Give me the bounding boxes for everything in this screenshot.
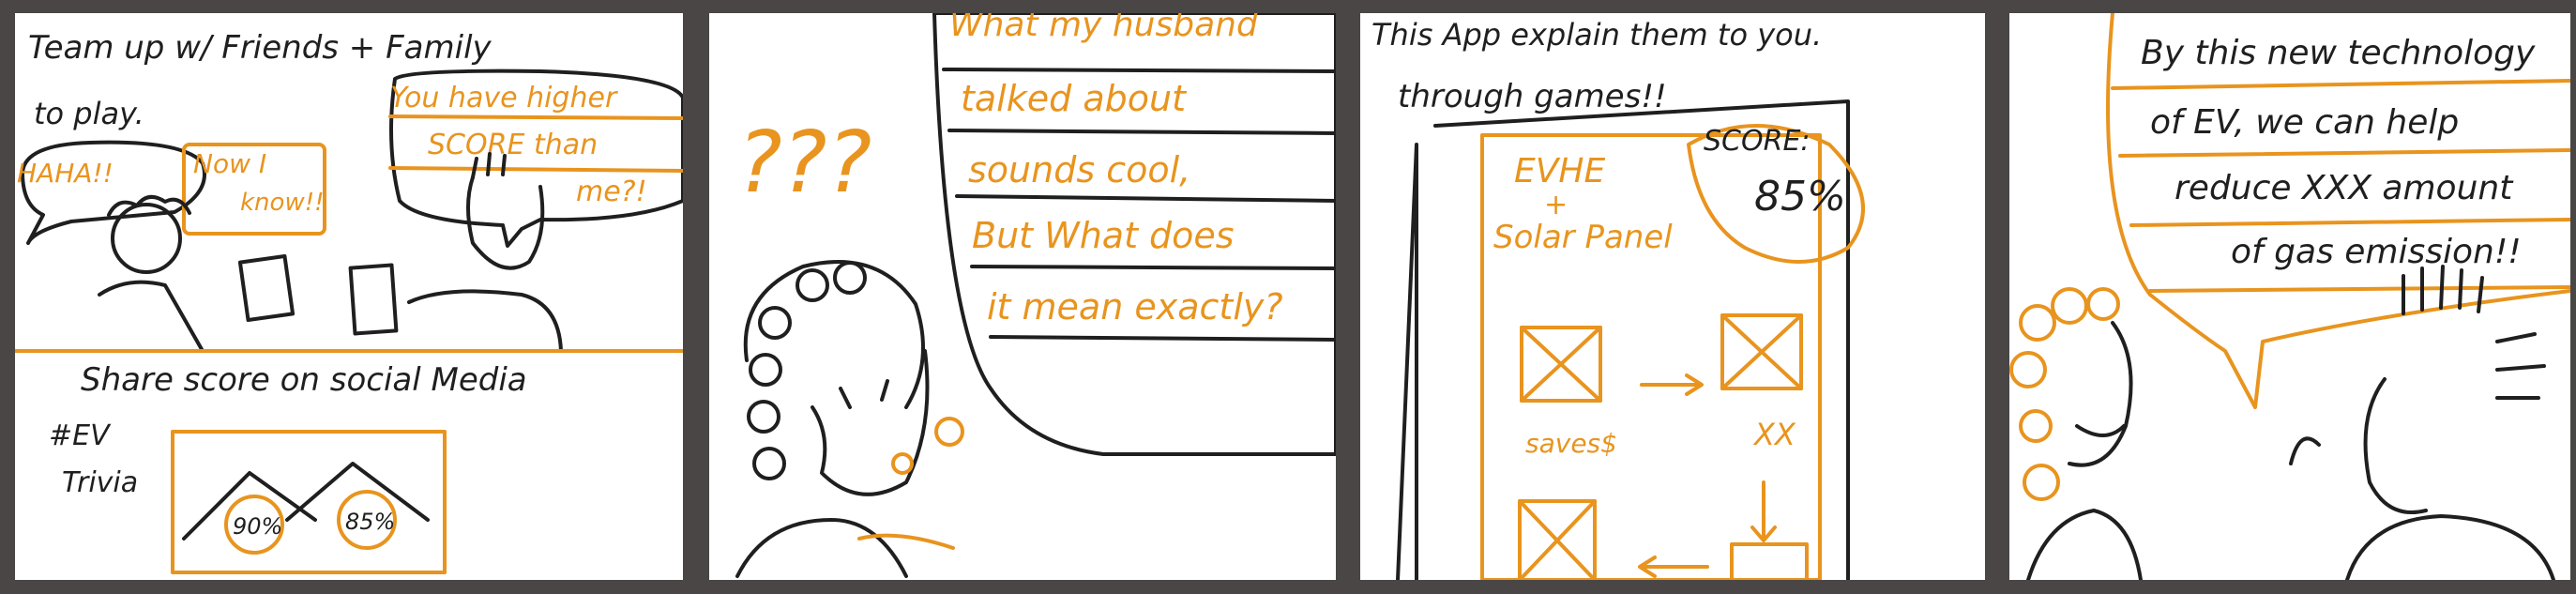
hashtag-ev: #EV <box>49 419 112 452</box>
panel-3-caption-line-1: This App explain them to you. <box>1371 17 1822 53</box>
right-bubble-text-2: SCORE than <box>428 129 598 161</box>
bubble-line-5: it mean exactly? <box>987 286 1283 327</box>
bubble-line-2: of EV, we can help <box>2150 103 2459 142</box>
bubble-line-2: talked about <box>961 78 1188 119</box>
comic-panel-4: By this new technology of EV, we can hel… <box>2009 13 2570 580</box>
share-caption: Share score on social Media <box>81 361 527 399</box>
man-figure <box>2289 265 2555 580</box>
app-title-3: Solar Panel <box>1493 219 1673 256</box>
panel-1-caption-line-2: to play. <box>34 96 144 131</box>
xx-label: XX <box>1752 417 1796 452</box>
panel-3-caption-line-2: through games!! <box>1398 78 1667 115</box>
bubble-line-3: sounds cool, <box>968 149 1190 190</box>
left-bubble-text-1: HAHA!! <box>17 158 114 189</box>
left-bubble-text-3: know!! <box>240 189 325 217</box>
friend-left-figure <box>98 194 295 353</box>
panel-3-drawing: This App explain them to you. through ga… <box>1371 17 1865 580</box>
confused-woman-figure <box>735 260 955 578</box>
comic-panel-3: This App explain them to you. through ga… <box>1360 13 1985 580</box>
bubble-line-1: By this new technology <box>2141 34 2536 72</box>
comic-panel-2: What my husband talked about sounds cool… <box>709 13 1336 580</box>
panel-2-drawing: What my husband talked about sounds cool… <box>735 13 1336 578</box>
bubble-line-3: reduce XXX amount <box>2174 169 2514 207</box>
bubble-line-1: What my husband <box>949 13 1259 44</box>
saves-label: saves$ <box>1525 428 1617 459</box>
right-bubble-text-1: You have higher <box>390 82 618 114</box>
woman-figure <box>2009 287 2143 580</box>
comic-panel-1: Team up w/ Friends + Family to play. HAH… <box>15 13 683 580</box>
score-a: 90% <box>233 513 282 540</box>
hashtag-trivia: Trivia <box>62 466 138 499</box>
panel-1-caption-line-1: Team up w/ Friends + Family <box>28 29 492 67</box>
bubble-line-4: But What does <box>972 215 1235 256</box>
app-title-1: EVHE <box>1514 152 1605 190</box>
app-title-2: + <box>1544 189 1568 221</box>
right-bubble-text-3: me?! <box>576 175 647 208</box>
score-value: 85% <box>1754 173 1846 221</box>
panel-1-drawing: Team up w/ Friends + Family to play. HAH… <box>15 29 683 574</box>
score-label: SCORE: <box>1704 125 1811 158</box>
question-marks: ??? <box>737 114 871 212</box>
friend-right-figure <box>348 152 563 353</box>
left-bubble-text-2: Now I <box>193 148 266 179</box>
score-b: 85% <box>345 509 395 535</box>
bubble-line-4: of gas emission!! <box>2231 233 2522 271</box>
panel-4-drawing: By this new technology of EV, we can hel… <box>2009 13 2570 580</box>
speech-bubble <box>2106 13 2570 409</box>
